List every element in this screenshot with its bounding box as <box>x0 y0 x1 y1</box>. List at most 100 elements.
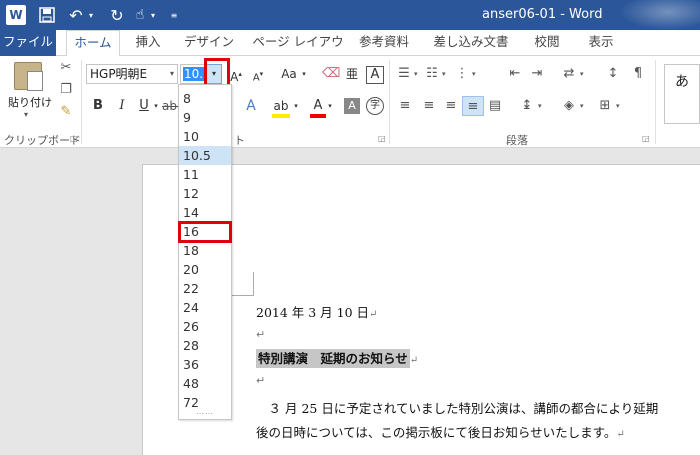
date-line[interactable]: 2014 年 3 月 10 日↵ <box>256 302 377 321</box>
clipboard-launcher-icon[interactable]: ◲ <box>70 134 78 143</box>
decrease-indent-icon[interactable]: ⇤ <box>506 64 524 84</box>
font-size-option-12[interactable]: 12 <box>179 184 231 203</box>
underline-dropdown-icon[interactable]: ▾ <box>152 96 160 116</box>
borders-dropdown-icon[interactable]: ▾ <box>616 96 620 116</box>
asian-layout-dropdown-icon[interactable]: ▾ <box>580 64 584 84</box>
paragraph-group-label: 段落 <box>506 134 528 147</box>
touch-dropdown-icon[interactable]: ▾ <box>148 5 158 25</box>
highlight-color-dropdown-icon[interactable]: ▾ <box>292 96 300 116</box>
numbering-icon[interactable]: ☷ <box>424 64 440 84</box>
paste-icon[interactable] <box>14 62 43 91</box>
justify-icon[interactable]: ≡ <box>462 96 484 116</box>
tab-design[interactable]: デザイン <box>178 30 240 56</box>
font-launcher-icon[interactable]: ◲ <box>378 134 386 143</box>
font-color-dropdown-icon[interactable]: ▾ <box>326 96 334 116</box>
body-line-2[interactable]: 後の日時については、この掲示板にて後日お知らせいたします。↵ <box>256 422 625 441</box>
paste-dropdown-icon[interactable]: ▾ <box>24 110 28 119</box>
character-border-button[interactable]: A <box>366 66 384 84</box>
font-color-icon[interactable]: A <box>310 96 326 118</box>
font-size-option-22[interactable]: 22 <box>179 279 231 298</box>
phonetic-guide-icon[interactable]: 亜 <box>344 64 360 84</box>
paragraph-shading-dropdown-icon[interactable]: ▾ <box>580 96 584 116</box>
change-case-dropdown-icon[interactable]: ▾ <box>300 64 308 84</box>
heading-line[interactable]: 特別講演 延期のお知らせ ↵ <box>256 348 418 368</box>
text-effects-icon[interactable]: A <box>242 96 260 116</box>
cut-icon[interactable]: ✂ <box>58 60 74 76</box>
word-app-icon[interactable]: W <box>6 5 26 25</box>
show-marks-icon[interactable]: ¶ <box>630 64 646 84</box>
style-preview: あ <box>675 74 689 90</box>
group-divider <box>81 60 82 144</box>
font-size-option-48[interactable]: 48 <box>179 374 231 393</box>
paste-button[interactable]: 貼り付け <box>8 94 52 110</box>
group-divider <box>389 60 390 144</box>
resize-grip-icon[interactable]: ⋯⋯ <box>179 409 231 418</box>
bold-button[interactable]: B <box>90 96 106 116</box>
selected-heading[interactable]: 特別講演 延期のお知らせ <box>256 349 410 368</box>
font-size-option-14[interactable]: 14 <box>179 203 231 222</box>
font-size-option-24[interactable]: 24 <box>179 298 231 317</box>
italic-button[interactable]: I <box>114 96 130 116</box>
font-name-box[interactable]: HGP明朝E ▾ <box>86 64 178 84</box>
line-spacing-dropdown-icon[interactable]: ▾ <box>538 96 542 116</box>
asian-layout-icon[interactable]: ⇄ <box>560 64 578 84</box>
align-left-icon[interactable]: ≡ <box>396 96 414 116</box>
tab-view[interactable]: 表示 <box>580 30 622 56</box>
paragraph-shading-icon[interactable]: ◈ <box>560 96 578 116</box>
align-center-icon[interactable]: ≡ <box>420 96 438 116</box>
bullets-dropdown-icon[interactable]: ▾ <box>414 64 418 84</box>
character-shading-button[interactable]: A <box>344 98 360 114</box>
font-size-option-10[interactable]: 10 <box>179 127 231 146</box>
font-size-option-10-5[interactable]: 10.5 <box>179 146 231 165</box>
font-size-option-11[interactable]: 11 <box>179 165 231 184</box>
font-size-option-36[interactable]: 36 <box>179 355 231 374</box>
font-size-box[interactable]: 10.5 <box>180 64 212 84</box>
format-painter-icon[interactable]: ✎ <box>58 104 74 120</box>
undo-dropdown-icon[interactable]: ▾ <box>86 5 96 25</box>
borders-icon[interactable]: ⊞ <box>596 96 614 116</box>
font-name-dropdown-icon[interactable]: ▾ <box>170 65 174 83</box>
grow-font-button[interactable]: A▴ <box>228 64 244 84</box>
ribbon-tabs: ファイル ホーム 挿入 デザイン ページ レイアウト 参考資料 差し込み文書 校… <box>0 30 700 73</box>
font-group-label: ト <box>234 134 245 147</box>
copy-icon[interactable]: ❐ <box>58 82 74 98</box>
font-size-option-9[interactable]: 9 <box>179 108 231 127</box>
shrink-font-button[interactable]: A▾ <box>250 64 266 84</box>
numbering-dropdown-icon[interactable]: ▾ <box>442 64 446 84</box>
font-size-option-20[interactable]: 20 <box>179 260 231 279</box>
tab-review[interactable]: 校閲 <box>526 30 568 56</box>
font-size-option-8[interactable]: 8 <box>179 89 231 108</box>
undo-icon[interactable]: ↶ <box>66 5 86 25</box>
tab-home[interactable]: ホーム <box>66 30 120 57</box>
font-size-option-18[interactable]: 18 <box>179 241 231 260</box>
bullets-icon[interactable]: ☰ <box>396 64 412 84</box>
customize-quick-access-icon[interactable]: ≡ <box>168 5 180 25</box>
change-case-button[interactable]: Aa <box>278 64 300 84</box>
multilevel-list-icon[interactable]: ⋮ <box>454 64 470 84</box>
font-size-option-26[interactable]: 26 <box>179 317 231 336</box>
multilevel-list-dropdown-icon[interactable]: ▾ <box>472 64 476 84</box>
increase-indent-icon[interactable]: ⇥ <box>528 64 546 84</box>
align-right-icon[interactable]: ≡ <box>442 96 460 116</box>
underline-button[interactable]: U <box>136 96 152 116</box>
styles-gallery[interactable]: あ <box>664 64 700 124</box>
strikethrough-icon[interactable]: abc <box>162 96 184 116</box>
highlight-color-icon[interactable]: ab <box>272 96 290 118</box>
enclose-characters-button[interactable]: 字 <box>366 97 384 115</box>
touch-mode-icon[interactable]: ☝ <box>132 5 148 25</box>
tab-mailings[interactable]: 差し込み文書 <box>428 30 514 56</box>
tab-file[interactable]: ファイル <box>0 30 56 56</box>
tab-page-layout[interactable]: ページ レイアウト <box>250 30 346 73</box>
save-icon[interactable] <box>38 5 56 25</box>
body-line-1[interactable]: ３ 月 25 日に予定されていました特別公演は、講師の都合により延期 <box>256 398 659 417</box>
tab-insert[interactable]: 挿入 <box>128 30 168 56</box>
sort-icon[interactable]: ↕ <box>604 64 622 84</box>
line-spacing-icon[interactable]: ↨ <box>518 96 536 116</box>
font-size-option-28[interactable]: 28 <box>179 336 231 355</box>
tab-references[interactable]: 参考資料 <box>354 30 414 56</box>
distributed-icon[interactable]: ▤ <box>486 96 504 116</box>
redo-icon[interactable]: ↻ <box>108 5 126 25</box>
paragraph-launcher-icon[interactable]: ◲ <box>642 134 650 143</box>
clear-formatting-icon[interactable]: ⌫ <box>322 64 340 84</box>
highlight-box-size-16 <box>178 221 232 243</box>
